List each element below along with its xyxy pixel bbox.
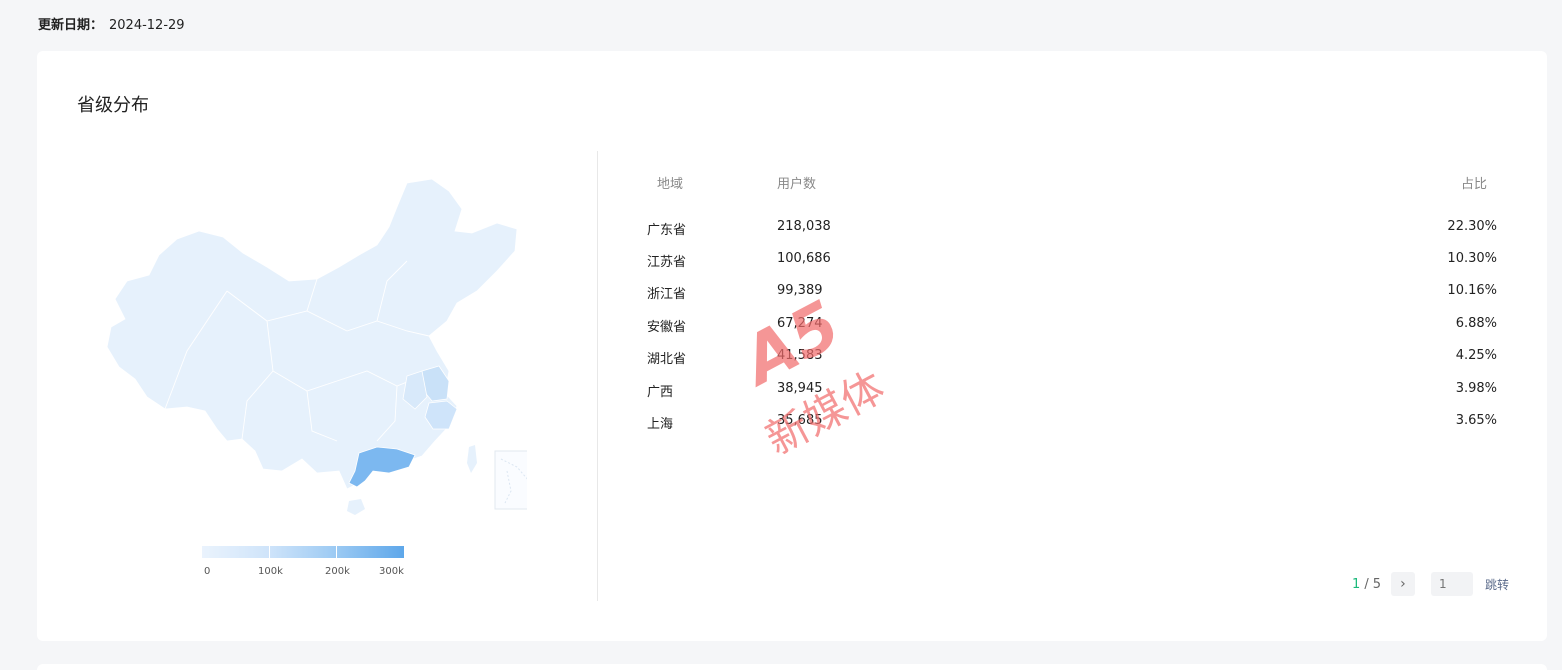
next-page-button[interactable]: › bbox=[1390, 572, 1415, 596]
legend-tick: 100k bbox=[258, 566, 283, 577]
row-users: 41,583 bbox=[777, 348, 823, 363]
legend-ticks: 0 100k 200k 300k bbox=[202, 566, 404, 582]
row-region: 安徽省 bbox=[647, 320, 687, 335]
pagination: 1 / 5 › 跳转 bbox=[1352, 572, 1509, 596]
row-users: 218,038 bbox=[777, 219, 831, 234]
update-date-label: 更新日期： bbox=[38, 18, 104, 33]
header-users: 用户数 bbox=[777, 177, 817, 192]
row-ratio: 4.25% bbox=[1455, 348, 1497, 363]
row-ratio: 10.16% bbox=[1447, 283, 1497, 298]
header-ratio: 占比 bbox=[1460, 177, 1487, 192]
map-landmass bbox=[106, 178, 518, 490]
table-row: 安徽省 67,274 6.88% bbox=[647, 316, 1507, 338]
table-row: 浙江省 99,389 10.16% bbox=[647, 283, 1507, 305]
row-region: 广东省 bbox=[647, 223, 687, 238]
page-jump-input[interactable] bbox=[1430, 572, 1473, 596]
row-users: 67,274 bbox=[777, 316, 823, 331]
chevron-right-icon: › bbox=[1400, 576, 1406, 592]
table-row: 广东省 218,038 22.30% bbox=[647, 219, 1507, 241]
china-map bbox=[77, 171, 544, 521]
update-date-value: 2024-12-29 bbox=[109, 18, 185, 33]
table-row: 江苏省 100,686 10.30% bbox=[647, 251, 1507, 273]
map-taiwan bbox=[467, 445, 477, 473]
china-map-svg bbox=[106, 178, 544, 515]
row-ratio: 22.30% bbox=[1447, 219, 1497, 234]
map-hainan bbox=[347, 499, 365, 515]
legend-gradient-bar bbox=[202, 546, 404, 558]
legend-tick: 0 bbox=[204, 566, 211, 577]
row-ratio: 3.98% bbox=[1455, 381, 1497, 396]
row-users: 35,685 bbox=[777, 413, 823, 428]
map-guangdong bbox=[348, 446, 416, 488]
row-ratio: 3.65% bbox=[1455, 413, 1497, 428]
row-region: 江苏省 bbox=[647, 255, 687, 270]
row-region: 广西 bbox=[647, 385, 674, 400]
page-current: 1 bbox=[1352, 576, 1361, 592]
update-date: 更新日期： 2024-12-29 bbox=[38, 14, 185, 33]
table-row: 上海 35,685 3.65% bbox=[647, 413, 1507, 435]
row-region: 浙江省 bbox=[647, 287, 687, 302]
province-distribution-card: 省级分布 0 100k 200k 300k 地域 用户数 占比 广东省 218,… bbox=[37, 51, 1547, 641]
row-users: 100,686 bbox=[777, 251, 831, 266]
legend-tick: 200k bbox=[325, 566, 350, 577]
table-row: 广西 38,945 3.98% bbox=[647, 381, 1507, 403]
header-region: 地域 bbox=[657, 177, 684, 192]
map-zhejiang bbox=[424, 400, 458, 430]
row-users: 99,389 bbox=[777, 283, 823, 298]
table-row: 湖北省 41,583 4.25% bbox=[647, 348, 1507, 370]
row-users: 38,945 bbox=[777, 381, 823, 396]
section-title: 省级分布 bbox=[77, 95, 149, 116]
row-ratio: 10.30% bbox=[1447, 251, 1497, 266]
jump-button[interactable]: 跳转 bbox=[1485, 576, 1509, 593]
legend-tick: 300k bbox=[379, 566, 404, 577]
page-separator: / bbox=[1364, 576, 1369, 592]
row-region: 上海 bbox=[647, 417, 674, 432]
page-total: 5 bbox=[1372, 576, 1381, 592]
next-card bbox=[37, 664, 1547, 670]
row-ratio: 6.88% bbox=[1455, 316, 1497, 331]
row-region: 湖北省 bbox=[647, 352, 687, 367]
map-legend: 0 100k 200k 300k bbox=[202, 546, 404, 582]
divider bbox=[597, 151, 598, 601]
south-sea-inset bbox=[494, 450, 544, 510]
